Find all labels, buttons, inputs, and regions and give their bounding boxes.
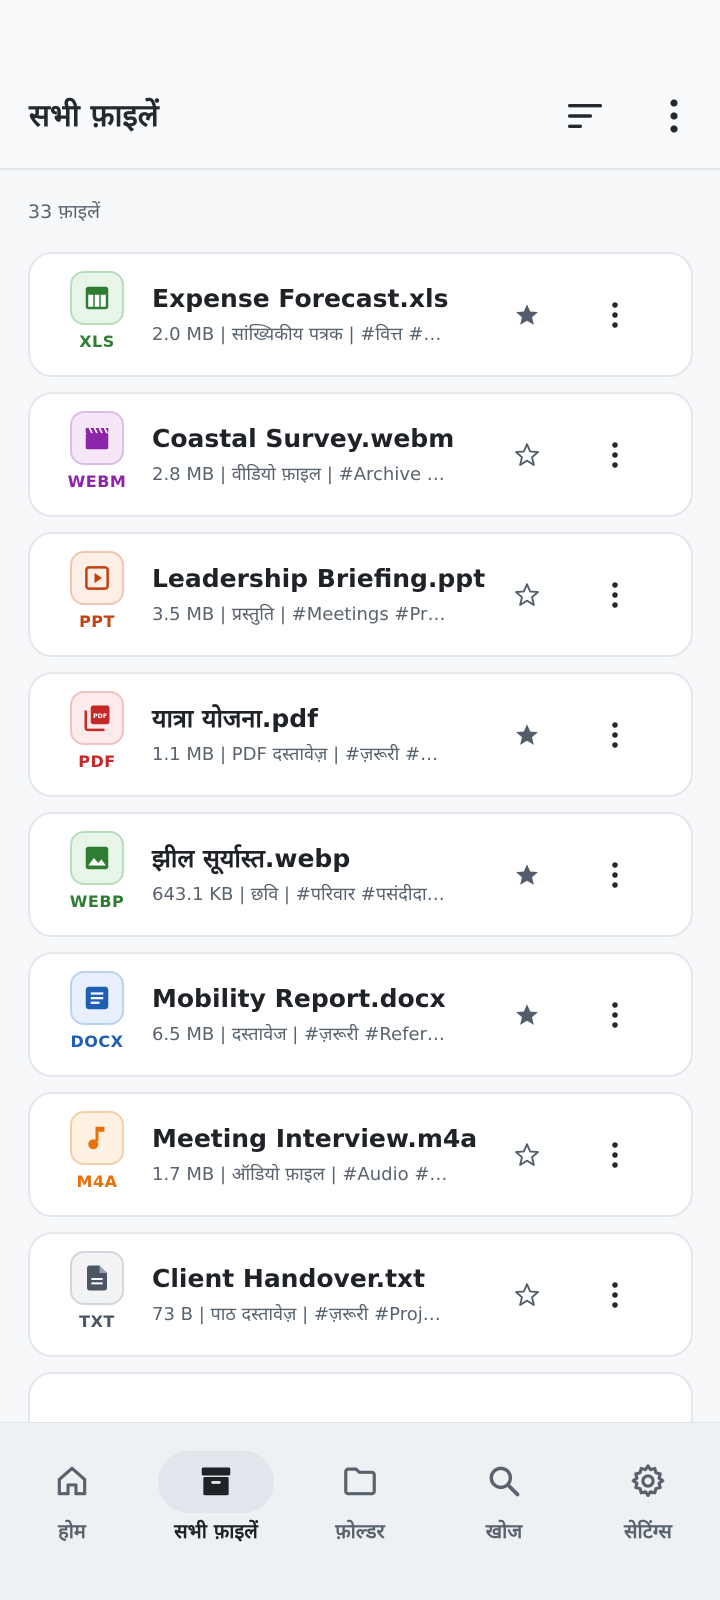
app-root: सभी फ़ाइलें 33 फ़ाइलें XLS Expense Foreca…	[0, 0, 720, 1600]
table-icon	[70, 271, 124, 325]
image-icon	[70, 831, 124, 885]
nav-item-settings[interactable]: सेटिंग्स	[576, 1423, 720, 1553]
file-type-label: WEBM	[67, 472, 127, 491]
star-outline-icon[interactable]	[505, 1273, 549, 1317]
nav-label: होम	[58, 1519, 86, 1543]
file-type-label: DOCX	[70, 1032, 124, 1051]
home-icon	[50, 1459, 94, 1503]
file-name: यात्रा योजना.pdf	[152, 704, 318, 733]
more-vert-icon[interactable]	[593, 853, 637, 897]
nav-label: सेटिंग्स	[624, 1519, 672, 1543]
star-filled-icon[interactable]	[505, 293, 549, 337]
search-icon	[482, 1459, 526, 1503]
overflow-menu-button[interactable]	[648, 90, 700, 142]
archive-icon	[194, 1459, 238, 1503]
more-vert-icon[interactable]	[593, 1273, 637, 1317]
star-outline-icon[interactable]	[505, 1133, 549, 1177]
nav-item-search[interactable]: खोज	[432, 1423, 576, 1553]
more-vert-icon	[670, 99, 678, 133]
star-outline-icon[interactable]	[505, 433, 549, 477]
file-count: 33 फ़ाइलें	[28, 201, 100, 223]
document-icon	[70, 971, 124, 1025]
file-meta: 3.5 MB | प्रस्तुति | #Meetings #Pr…	[152, 604, 446, 625]
nav-label: सभी फ़ाइलें	[174, 1519, 258, 1543]
star-filled-icon[interactable]	[505, 713, 549, 757]
nav-label: फ़ोल्डर	[335, 1519, 385, 1543]
file-type-label: M4A	[76, 1172, 118, 1191]
more-vert-icon[interactable]	[593, 573, 637, 617]
more-vert-icon[interactable]	[593, 993, 637, 1037]
app-bar: सभी फ़ाइलें	[0, 0, 720, 170]
file-name: Client Handover.txt	[152, 1264, 426, 1293]
file-name: Coastal Survey.webm	[152, 424, 455, 453]
file-meta: 643.1 KB | छवि | #परिवार #पसंदीदा…	[152, 884, 445, 905]
folder-icon	[338, 1459, 382, 1503]
file-card[interactable]: PPT Leadership Briefing.ppt 3.5 MB | प्रस्…	[28, 532, 693, 657]
more-vert-icon[interactable]	[593, 293, 637, 337]
star-filled-icon[interactable]	[505, 853, 549, 897]
settings-icon	[626, 1459, 670, 1503]
file-meta: 2.0 MB | सांख्यिकीय पत्रक | #वित्त #…	[152, 324, 442, 345]
file-type-label: WEBP	[69, 892, 125, 911]
file-meta: 1.7 MB | ऑडियो फ़ाइल | #Audio #…	[152, 1164, 448, 1185]
file-type-label: PPT	[79, 612, 115, 631]
file-card[interactable]: DOCX Mobility Report.docx 6.5 MB | दस्तावे…	[28, 952, 693, 1077]
file-name: Meeting Interview.m4a	[152, 1124, 478, 1153]
file-card[interactable]: WEBM Coastal Survey.webm 2.8 MB | वीडियो फ…	[28, 392, 693, 517]
video-clapper-icon	[70, 411, 124, 465]
file-card[interactable]: TXT Client Handover.txt 73 B | पाठ दस्तावे…	[28, 1232, 693, 1357]
file-type-label: PDF	[78, 752, 116, 771]
more-vert-icon[interactable]	[593, 713, 637, 757]
file-card[interactable]: M4A Meeting Interview.m4a 1.7 MB | ऑडियो फ…	[28, 1092, 693, 1217]
nav-item-home[interactable]: होम	[0, 1423, 144, 1553]
sort-icon	[568, 104, 602, 128]
file-type-label: XLS	[79, 332, 115, 351]
sort-button[interactable]	[559, 90, 611, 142]
star-filled-icon[interactable]	[505, 993, 549, 1037]
file-meta: 73 B | पाठ दस्तावेज़ | #ज़रूरी #Proj…	[152, 1304, 441, 1325]
nav-item-archive[interactable]: सभी फ़ाइलें	[144, 1423, 288, 1553]
file-name: झील सूर्यास्त.webp	[152, 844, 351, 873]
text-file-icon	[70, 1251, 124, 1305]
file-meta: 1.1 MB | PDF दस्तावेज़ | #ज़रूरी #…	[152, 744, 439, 765]
bottom-navigation: होम सभी फ़ाइलें फ़ोल्डर खोज सेटिंग्स	[0, 1422, 720, 1600]
nav-item-folder[interactable]: फ़ोल्डर	[288, 1423, 432, 1553]
file-card[interactable]: WEBP झील सूर्यास्त.webp 643.1 KB | छवि | #…	[28, 812, 693, 937]
file-meta: 2.8 MB | वीडियो फ़ाइल | #Archive …	[152, 464, 445, 485]
slideshow-icon	[70, 551, 124, 605]
nav-label: खोज	[485, 1519, 523, 1543]
file-card[interactable]: PDF PDF यात्रा योजना.pdf 1.1 MB | PDF दस्ता…	[28, 672, 693, 797]
page-title: सभी फ़ाइलें	[29, 98, 159, 134]
file-card[interactable]: XLS Expense Forecast.xls 2.0 MB | सांख्यिक…	[28, 252, 693, 377]
file-meta: 6.5 MB | दस्तावेज | #ज़रूरी #Refer…	[152, 1024, 445, 1045]
star-outline-icon[interactable]	[505, 573, 549, 617]
svg-text:PDF: PDF	[93, 713, 107, 720]
music-note-icon	[70, 1111, 124, 1165]
file-type-label: TXT	[79, 1312, 115, 1331]
more-vert-icon[interactable]	[593, 433, 637, 477]
file-name: Expense Forecast.xls	[152, 284, 449, 313]
file-name: Leadership Briefing.ppt	[152, 564, 486, 593]
pdf-icon: PDF	[70, 691, 124, 745]
more-vert-icon[interactable]	[593, 1133, 637, 1177]
file-name: Mobility Report.docx	[152, 984, 446, 1013]
